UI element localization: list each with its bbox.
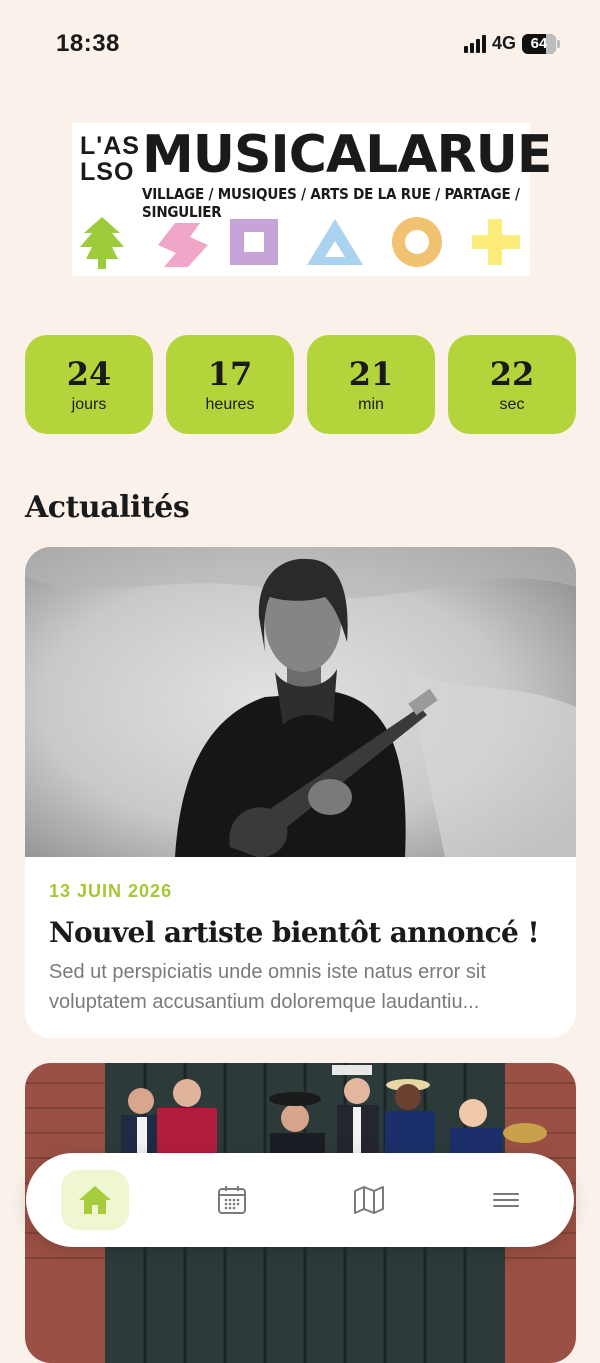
- nav-home[interactable]: [60, 1170, 129, 1230]
- circle-icon: [392, 217, 442, 267]
- calendar-icon: [217, 1186, 246, 1214]
- square-icon: [230, 219, 278, 265]
- signal-icon: [463, 34, 486, 53]
- network-type: 4G: [491, 33, 516, 53]
- news-date: 13 JUIN 2026: [49, 881, 173, 901]
- news-title[interactable]: Nouvel artiste bientôt annoncé !: [49, 916, 556, 949]
- countdown-hours: 17 heures: [166, 335, 294, 434]
- battery-icon: 64: [522, 33, 560, 54]
- logo-prefix: L'AS LSO: [80, 132, 140, 186]
- menu-icon: [492, 1193, 519, 1207]
- countdown-value: 21: [348, 354, 394, 393]
- status-bar: 18:38 4G 64: [0, 0, 600, 90]
- news-excerpt: Sed ut perspiciatis unde omnis iste natu…: [49, 961, 486, 1013]
- bottom-navigation: [26, 1153, 574, 1247]
- news-image: [25, 547, 576, 857]
- countdown-minutes: 21 min: [307, 335, 435, 434]
- nav-calendar[interactable]: [198, 1170, 266, 1230]
- map-icon: [353, 1186, 384, 1214]
- countdown-value: 22: [489, 354, 535, 393]
- section-title: Actualités: [25, 490, 190, 525]
- status-indicators: 4G 64: [463, 33, 560, 54]
- countdown: 24 jours 17 heures 21 min 22 sec: [25, 335, 576, 434]
- countdown-label: heures: [205, 395, 255, 413]
- countdown-value: 17: [207, 354, 253, 393]
- countdown-label: jours: [71, 395, 107, 413]
- countdown-label: min: [358, 395, 384, 413]
- triangle-icon: [307, 219, 363, 265]
- news-body: 13 JUIN 2026 Nouvel artiste bientôt anno…: [49, 881, 556, 1017]
- logo-shapes: [80, 217, 520, 269]
- festival-logo: L'AS LSO MUSICALARUE VILLAGE / MUSIQUES …: [72, 123, 552, 276]
- s-shape-icon: [158, 223, 208, 267]
- tree-icon: [80, 217, 124, 269]
- countdown-days: 24 jours: [25, 335, 153, 434]
- countdown-value: 24: [66, 354, 112, 393]
- nav-menu[interactable]: [472, 1170, 540, 1230]
- countdown-label: sec: [499, 395, 525, 413]
- news-card[interactable]: 13 JUIN 2026 Nouvel artiste bientôt anno…: [25, 547, 576, 1038]
- nav-map[interactable]: [335, 1170, 403, 1230]
- status-time: 18:38: [56, 30, 120, 57]
- countdown-seconds: 22 sec: [448, 335, 576, 434]
- plus-icon: [472, 219, 520, 265]
- battery-level: 64: [530, 35, 548, 52]
- logo-title: MUSICALARUE: [142, 125, 552, 185]
- home-icon: [78, 1186, 111, 1214]
